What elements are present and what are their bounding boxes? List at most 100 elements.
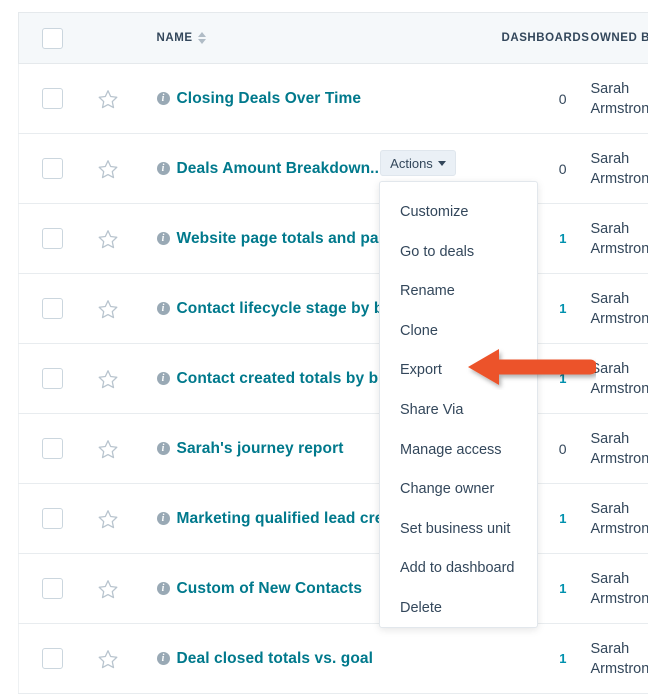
dashboards-count[interactable]: 1 <box>502 624 579 694</box>
reports-table-container: NAME DASHBOARDS OWNED BY iClosing Deals … <box>18 12 648 692</box>
row-checkbox[interactable] <box>42 298 63 319</box>
table-row[interactable]: iCustom of New Contacts1SarahArmstrong <box>19 554 648 624</box>
info-icon[interactable]: i <box>157 512 170 525</box>
row-select-cell <box>19 484 87 554</box>
menu-item-customize[interactable]: Customize <box>380 193 537 233</box>
menu-item-delete[interactable]: Delete <box>380 589 537 629</box>
row-checkbox[interactable] <box>42 228 63 249</box>
info-icon[interactable]: i <box>157 442 170 455</box>
menu-item-clone[interactable]: Clone <box>380 312 537 352</box>
sort-arrows-icon[interactable] <box>198 32 206 44</box>
owner-first-name: Sarah <box>591 219 648 239</box>
row-select-cell <box>19 64 87 134</box>
owner-cell: SarahArmstrong <box>579 274 648 344</box>
star-icon[interactable] <box>97 158 119 180</box>
report-name-link[interactable]: Deal closed totals vs. goal <box>177 650 374 668</box>
row-select-cell <box>19 414 87 484</box>
table-row[interactable]: iMarketing qualified lead created totals… <box>19 484 648 554</box>
row-checkbox[interactable] <box>42 578 63 599</box>
menu-item-manage-access[interactable]: Manage access <box>380 431 537 471</box>
star-icon[interactable] <box>97 508 119 530</box>
report-name-link[interactable]: Sarah's journey report <box>177 440 344 458</box>
star-icon[interactable] <box>97 648 119 670</box>
star-icon[interactable] <box>97 228 119 250</box>
row-checkbox[interactable] <box>42 88 63 109</box>
owner-first-name: Sarah <box>591 639 648 659</box>
info-icon[interactable]: i <box>157 652 170 665</box>
owner-first-name: Sarah <box>591 569 648 589</box>
info-icon[interactable]: i <box>157 372 170 385</box>
owner-last-name: Armstrong <box>591 169 648 189</box>
actions-dropdown-menu[interactable]: CustomizeGo to dealsRenameCloneExportSha… <box>379 181 538 628</box>
table-row[interactable]: iContact lifecycle stage by business uni… <box>19 274 648 344</box>
select-all-header <box>19 13 87 64</box>
row-favorite-cell <box>87 274 157 344</box>
report-name-link[interactable]: Custom of New Contacts <box>177 580 363 598</box>
owner-cell: SarahArmstrong <box>579 134 648 204</box>
menu-item-export[interactable]: Export <box>380 351 537 391</box>
info-icon[interactable]: i <box>157 162 170 175</box>
star-icon[interactable] <box>97 578 119 600</box>
row-checkbox[interactable] <box>42 648 63 669</box>
table-row[interactable]: iWebsite page totals and page views1Sara… <box>19 204 648 274</box>
row-checkbox[interactable] <box>42 368 63 389</box>
star-icon[interactable] <box>97 368 119 390</box>
row-select-cell <box>19 204 87 274</box>
menu-item-add-to-dashboard[interactable]: Add to dashboard <box>380 549 537 589</box>
owner-first-name: Sarah <box>591 149 648 169</box>
info-icon[interactable]: i <box>157 232 170 245</box>
owner-last-name: Armstrong <box>591 239 648 259</box>
star-icon[interactable] <box>97 88 119 110</box>
menu-item-go-to-deals[interactable]: Go to deals <box>380 233 537 273</box>
owner-first-name: Sarah <box>591 359 648 379</box>
row-favorite-cell <box>87 414 157 484</box>
row-favorite-cell <box>87 484 157 554</box>
table-row[interactable]: iClosing Deals Over Time0SarahArmstrong <box>19 64 648 134</box>
table-row[interactable]: iContact created totals by business unit… <box>19 344 648 414</box>
owner-cell: SarahArmstrong <box>579 624 648 694</box>
dashboards-count: 0 <box>502 64 579 134</box>
owner-cell: SarahArmstrong <box>579 554 648 624</box>
owner-first-name: Sarah <box>591 289 648 309</box>
info-icon[interactable]: i <box>157 92 170 105</box>
owner-cell: SarahArmstrong <box>579 204 648 274</box>
owner-cell: SarahArmstrong <box>579 64 648 134</box>
row-select-cell <box>19 134 87 204</box>
row-select-cell <box>19 554 87 624</box>
reports-table: NAME DASHBOARDS OWNED BY iClosing Deals … <box>18 12 648 694</box>
owner-cell: SarahArmstrong <box>579 484 648 554</box>
report-name-link[interactable]: Deals Amount Breakdown... <box>177 160 384 178</box>
select-all-checkbox[interactable] <box>42 28 63 49</box>
star-icon[interactable] <box>97 438 119 460</box>
row-favorite-cell <box>87 134 157 204</box>
menu-item-change-owner[interactable]: Change owner <box>380 470 537 510</box>
dashboards-header: DASHBOARDS <box>502 13 579 64</box>
table-body: iClosing Deals Over Time0SarahArmstrongi… <box>19 64 648 694</box>
owner-last-name: Armstrong <box>591 379 648 399</box>
table-row[interactable]: iDeals Amount Breakdown...0SarahArmstron… <box>19 134 648 204</box>
owner-last-name: Armstrong <box>591 309 648 329</box>
menu-item-rename[interactable]: Rename <box>380 272 537 312</box>
row-checkbox[interactable] <box>42 438 63 459</box>
owner-last-name: Armstrong <box>591 519 648 539</box>
actions-button[interactable]: Actions <box>380 150 456 176</box>
owner-last-name: Armstrong <box>591 449 648 469</box>
report-name-link[interactable]: Closing Deals Over Time <box>177 90 362 108</box>
star-icon[interactable] <box>97 298 119 320</box>
name-header[interactable]: NAME <box>157 13 502 64</box>
menu-item-set-business-unit[interactable]: Set business unit <box>380 510 537 550</box>
owner-first-name: Sarah <box>591 79 648 99</box>
info-icon[interactable]: i <box>157 302 170 315</box>
owner-last-name: Armstrong <box>591 659 648 679</box>
chevron-down-icon <box>438 161 446 166</box>
owner-last-name: Armstrong <box>591 99 648 119</box>
row-checkbox[interactable] <box>42 158 63 179</box>
table-row[interactable]: iDeal closed totals vs. goal1SarahArmstr… <box>19 624 648 694</box>
table-row[interactable]: iSarah's journey report0SarahArmstrong <box>19 414 648 484</box>
row-name-cell: i Closing Deals Over Time <box>157 64 502 134</box>
row-checkbox[interactable] <box>42 508 63 529</box>
row-favorite-cell <box>87 64 157 134</box>
favorite-header <box>87 13 157 64</box>
info-icon[interactable]: i <box>157 582 170 595</box>
menu-item-share-via[interactable]: Share Via <box>380 391 537 431</box>
